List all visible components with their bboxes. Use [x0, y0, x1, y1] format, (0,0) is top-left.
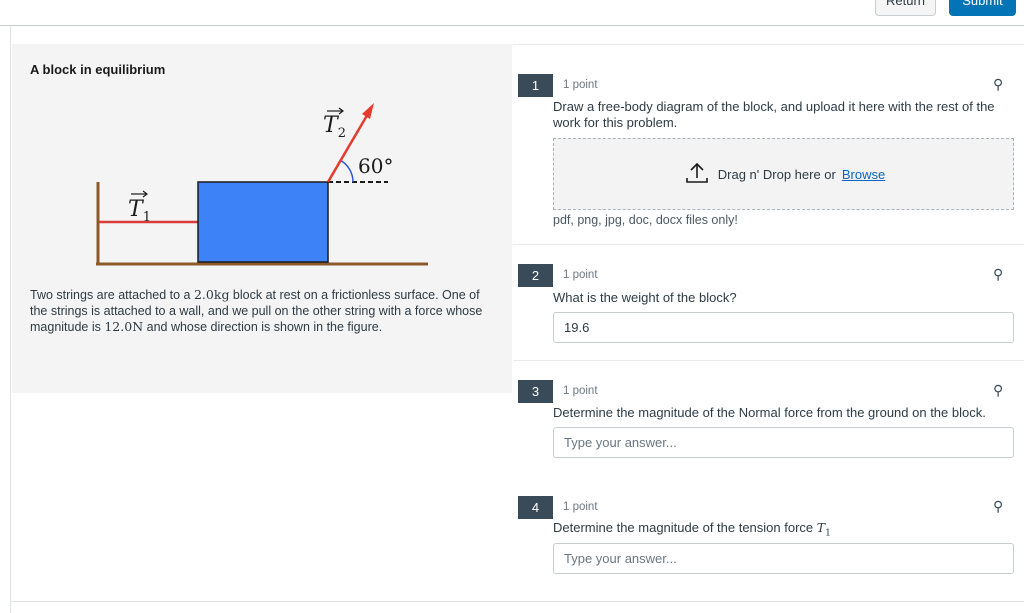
force-value: 12.0N [104, 319, 144, 334]
question-points: 1 point [563, 269, 598, 281]
question-points: 1 point [563, 79, 598, 91]
question-prompt: Determine the magnitude of the Normal fo… [553, 405, 986, 420]
angle-arc [340, 159, 354, 183]
mass-value: 2.0kg [193, 287, 230, 302]
angle-label: 60° [358, 154, 393, 178]
t2-label: T2 [323, 113, 346, 141]
t2-subscript: 2 [338, 126, 346, 141]
question-2: 2 1 point ⚲ What is the weight of the bl… [513, 244, 1024, 360]
question-number: 4 [518, 496, 553, 519]
bottom-divider [10, 601, 1024, 602]
string-2-arrowhead [362, 103, 374, 119]
left-divider [10, 26, 11, 613]
upload-icon [685, 162, 708, 183]
equilibrium-figure: T1 T2 60° [96, 103, 428, 266]
question-number: 1 [518, 74, 553, 97]
answer-input[interactable] [553, 427, 1014, 458]
pin-icon[interactable]: ⚲ [993, 76, 1003, 93]
pin-icon[interactable]: ⚲ [993, 498, 1003, 515]
question-4: 4 1 point ⚲ Determine the magnitude of t… [513, 476, 1024, 601]
browse-link[interactable]: Browse [842, 167, 885, 182]
question-number: 3 [518, 380, 553, 403]
file-dropzone[interactable]: Drag n' Drop here or Browse [553, 138, 1014, 210]
question-prompt-text: Determine the magnitude of the tension f… [553, 520, 817, 535]
question-prompt: Determine the magnitude of the tension f… [553, 520, 998, 542]
question-points: 1 point [563, 385, 598, 397]
pin-icon[interactable]: ⚲ [993, 382, 1003, 399]
pin-icon[interactable]: ⚲ [993, 266, 1003, 283]
stimulus-text: Two strings are attached to a 2.0kg bloc… [30, 287, 500, 335]
question-1: 1 1 point ⚲ Draw a free-body diagram of … [513, 44, 1024, 244]
question-divider [513, 360, 1024, 361]
prompt-math-sub: 1 [825, 528, 831, 539]
question-divider [513, 44, 1024, 45]
question-divider [513, 244, 1024, 245]
question-3: 3 1 point ⚲ Determine the magnitude of t… [513, 360, 1024, 476]
filetypes-note: pdf, png, jpg, doc, docx files only! [553, 213, 738, 227]
stimulus-text-c: and whose direction is shown in the figu… [143, 320, 383, 334]
block [197, 181, 329, 263]
prompt-math-var: T [816, 520, 826, 535]
stimulus-text-a: Two strings are attached to a [30, 288, 194, 302]
submit-button[interactable]: Submit [949, 0, 1016, 16]
answer-input[interactable] [553, 312, 1014, 343]
top-bar: Return Submit [0, 0, 1024, 26]
t1-label: T1 [128, 197, 151, 225]
question-prompt: Draw a free-body diagram of the block, a… [553, 99, 995, 130]
return-button[interactable]: Return [875, 0, 936, 16]
stimulus-panel: A block in equilibrium T1 T2 60° Two str… [12, 44, 512, 393]
drag-drop-text: Drag n' Drop here or [717, 166, 836, 182]
question-prompt: What is the weight of the block? [553, 290, 737, 305]
answer-input[interactable] [553, 543, 1014, 574]
question-number: 2 [518, 264, 553, 287]
question-points: 1 point [563, 501, 598, 513]
t1-subscript: 1 [143, 210, 151, 225]
